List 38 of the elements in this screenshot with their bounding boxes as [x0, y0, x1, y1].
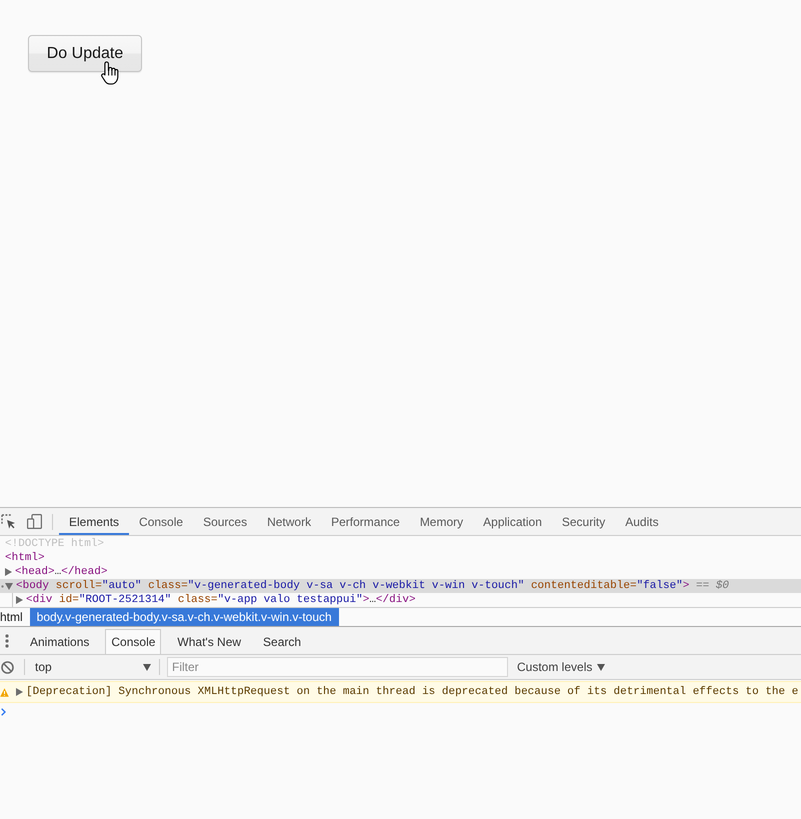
panel-tab[interactable]: Audits [615, 508, 669, 535]
panel-tab[interactable]: Security [552, 508, 616, 535]
panel-tab[interactable]: Console [129, 508, 194, 535]
message-text: [Deprecation] Synchronous XMLHttpRequest on the main thread is deprecated because of its detrimental effects to the e [26, 686, 798, 698]
panel-tab[interactable]: Elements [59, 508, 130, 535]
filter-field[interactable]: Filter [167, 657, 508, 677]
more-menu-icon[interactable] [5, 634, 9, 648]
dom-tree-node[interactable]: <body scroll="auto" class="v-generated-body v-sa v-ch v-webkit v-win v-touch" contenteditable="false"> == $0 [0, 579, 801, 593]
log-levels-dropdown[interactable]: Custom levels [517, 660, 606, 674]
more-dots-icon[interactable] [1, 585, 4, 588]
prompt-chevron-icon[interactable] [1, 708, 6, 716]
drawer-tab[interactable]: What's New [166, 629, 252, 654]
panel-tab[interactable]: Network [257, 508, 322, 535]
expand-arrow-icon[interactable] [5, 568, 12, 576]
context-selector[interactable]: top [26, 657, 159, 677]
drawer-tab[interactable]: Console [105, 629, 162, 654]
inspect-element-icon[interactable] [1, 514, 16, 529]
drawer-tab[interactable]: Animations [19, 629, 100, 654]
dropdown-caret-icon [143, 664, 151, 670]
dom-tree-node[interactable]: <head>…</head> [0, 565, 801, 579]
collapse-arrow-icon[interactable] [5, 582, 13, 590]
expand-arrow-icon[interactable] [16, 688, 23, 696]
hand-cursor-icon [101, 61, 119, 85]
panel-tab[interactable]: Application [473, 508, 552, 535]
breadcrumb[interactable]: html [0, 608, 30, 626]
expand-arrow-icon[interactable] [16, 596, 23, 604]
dropdown-caret-icon [597, 664, 606, 670]
panel-tab[interactable]: Sources [193, 508, 258, 535]
warning-icon [0, 688, 9, 696]
clear-console-icon[interactable] [1, 660, 14, 674]
breadcrumb[interactable]: body.v-generated-body.v-sa.v-ch.v-webkit.v-win.v-touch [30, 608, 339, 626]
dom-tree-node[interactable]: <div id="ROOT-2521314" class="v-app valo testappui">…</div> [0, 593, 801, 607]
dom-tree-node[interactable]: <html> [0, 551, 801, 565]
do-update-button[interactable]: Do Update [28, 35, 142, 72]
drawer-tab[interactable]: Search [252, 629, 312, 654]
device-toolbar-icon[interactable] [27, 514, 42, 529]
panel-tab[interactable]: Performance [321, 508, 410, 535]
panel-tab[interactable]: Memory [410, 508, 474, 535]
